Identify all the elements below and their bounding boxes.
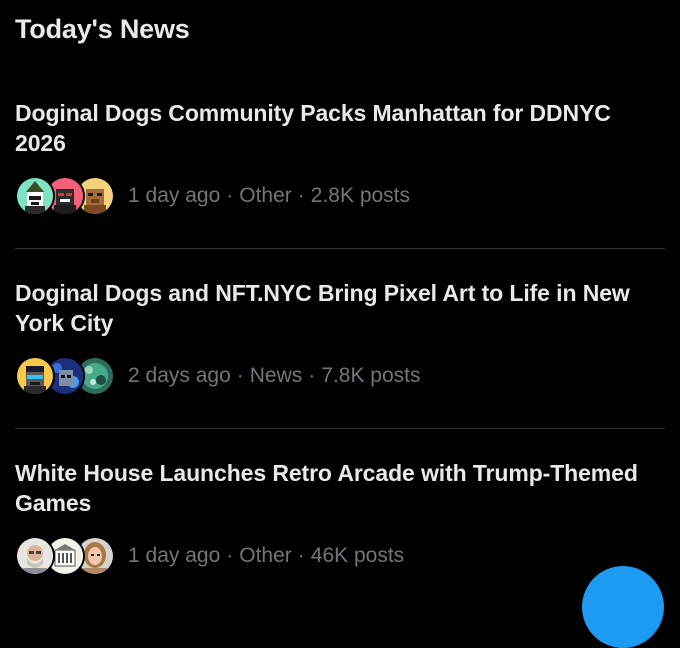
avatar [15,536,55,576]
avatar-group [15,356,115,396]
news-headline[interactable]: Doginal Dogs and NFT.NYC Bring Pixel Art… [15,278,665,338]
news-time: 1 day ago [128,544,221,567]
news-meta-text: 2 days ago · News · 7.8K posts [128,364,421,388]
news-post-count: 2.8K posts [310,184,411,207]
avatar [15,176,55,216]
news-category: Other [239,184,292,207]
news-meta-text: 1 day ago · Other · 2.8K posts [128,184,410,208]
news-meta: 2 days ago · News · 7.8K posts [15,356,421,396]
meta-separator: · [236,364,244,387]
news-headline[interactable]: Doginal Dogs Community Packs Manhattan f… [15,98,665,158]
section-title: Today's News [15,14,190,44]
news-time: 2 days ago [128,364,231,387]
news-post-count: 7.8K posts [321,364,421,387]
news-meta: 1 day ago · Other · 2.8K posts [15,176,410,216]
news-headline[interactable]: White House Launches Retro Arcade with T… [15,458,665,518]
news-post-count: 46K posts [310,544,405,567]
news-item[interactable]: White House Launches Retro Arcade with T… [0,458,680,626]
avatar-group [15,536,115,576]
meta-separator: · [297,544,305,567]
divider [15,248,665,249]
news-item[interactable]: Doginal Dogs Community Packs Manhattan f… [0,98,680,266]
news-category: Other [239,544,292,567]
compose-fab-icon[interactable] [582,566,664,648]
meta-separator: · [308,364,316,387]
news-item[interactable]: Doginal Dogs and NFT.NYC Bring Pixel Art… [0,278,680,446]
news-meta-text: 1 day ago · Other · 46K posts [128,544,404,568]
avatar [15,356,55,396]
news-meta: 1 day ago · Other · 46K posts [15,536,404,576]
avatar-group [15,176,115,216]
meta-separator: · [226,184,234,207]
news-time: 1 day ago [128,184,221,207]
meta-separator: · [297,184,305,207]
news-category: News [249,364,303,387]
divider [15,428,665,429]
meta-separator: · [226,544,234,567]
